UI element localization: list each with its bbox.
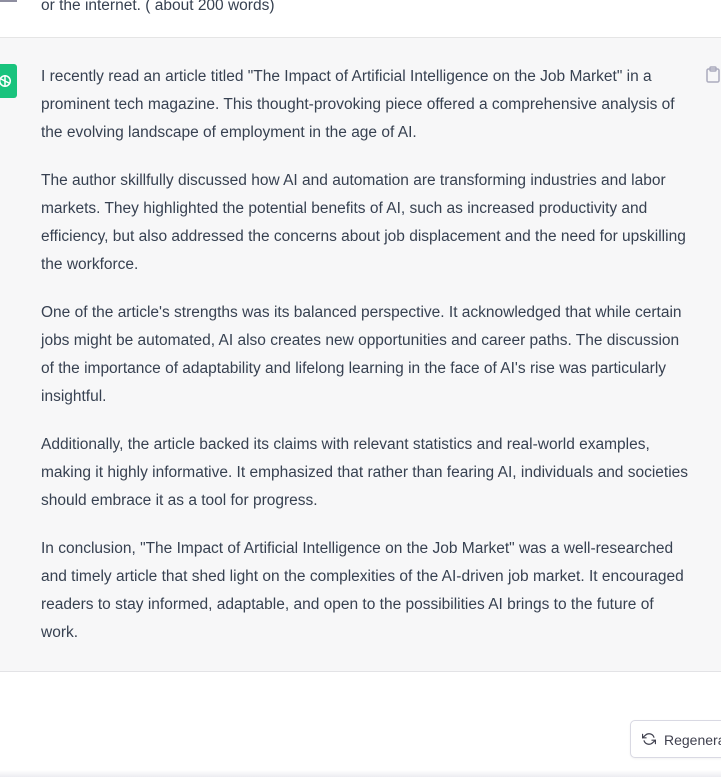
refresh-icon [642,733,656,745]
copy-button[interactable] [705,66,721,84]
assistant-paragraph: I recently read an article titled "The I… [41,68,675,141]
user-message-text: or the internet. ( about 200 words) [41,0,275,14]
regenerate-response-button[interactable]: Regenerate response [630,720,721,758]
regenerate-label: Regenerate response [664,732,721,748]
assistant-paragraph: The author skillfully discussed how AI a… [41,172,686,273]
user-message-row: or the internet. ( about 200 words) [0,0,721,38]
user-avatar [0,0,17,2]
assistant-message-text: I recently read an article titled "The I… [41,63,693,667]
assistant-paragraph: One of the article's strengths was its b… [41,304,682,405]
assistant-paragraph: Additionally, the article backed its cla… [41,436,689,509]
assistant-message-row: I recently read an article titled "The I… [0,38,721,672]
clipboard-icon [706,66,720,83]
openai-logo-icon [0,64,17,98]
input-area-fade [0,770,721,777]
assistant-paragraph: In conclusion, "The Impact of Artificial… [41,540,684,641]
